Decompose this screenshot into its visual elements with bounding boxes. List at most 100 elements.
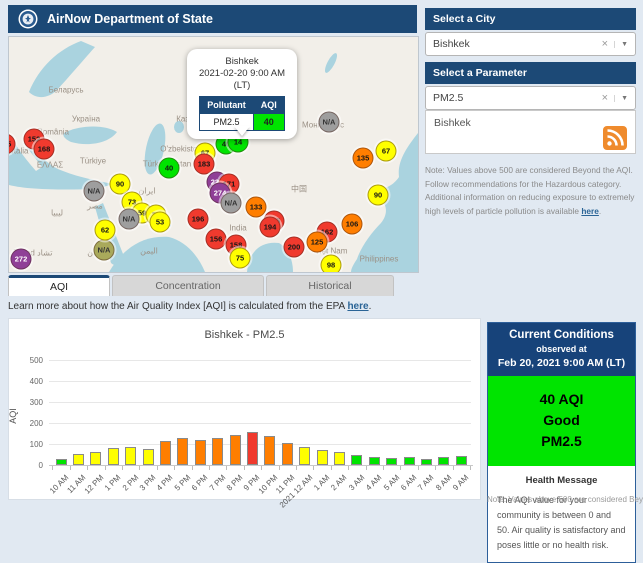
chart-bar[interactable] (264, 436, 275, 465)
aqi-map-marker[interactable]: 75 (230, 248, 251, 269)
city-select[interactable]: Bishkek × ▼ (425, 32, 636, 56)
chart-x-tickmark (157, 466, 158, 470)
chart-x-tickmark (192, 466, 193, 470)
city-select-label: Select a City (425, 8, 636, 30)
tab-historical[interactable]: Historical (266, 275, 394, 296)
chart-x-label: 6 AM (399, 473, 418, 492)
aqi-map-marker[interactable]: 98 (321, 255, 342, 274)
chart-x-label: 8 PM (225, 473, 245, 493)
chart-bar[interactable] (334, 452, 345, 465)
chart-x-label: 3 AM (347, 473, 366, 492)
chart-x-tickmark (366, 466, 367, 470)
parameter-select[interactable]: PM2.5 × ▼ (425, 86, 636, 110)
chart-y-tick: 100 (9, 440, 43, 449)
chart-bar[interactable] (143, 449, 154, 465)
current-conditions-header: Current Conditions observed at Feb 20, 2… (488, 323, 635, 376)
chart-bar[interactable] (160, 441, 171, 465)
tab-aqi[interactable]: AQI (8, 275, 110, 296)
chart-bar[interactable] (247, 432, 258, 465)
chart-bar[interactable] (386, 458, 397, 465)
aqi-map-marker[interactable]: 40 (159, 158, 180, 179)
aqi-map-marker[interactable]: 168 (34, 139, 55, 160)
chart-bar[interactable] (456, 456, 467, 465)
chart-bar[interactable] (438, 457, 449, 465)
city-select-widget: Select a City Bishkek × ▼ (425, 8, 636, 56)
chart-bar[interactable] (299, 447, 310, 465)
aqi-map-marker[interactable]: 194 (260, 217, 281, 238)
chart-bar[interactable] (177, 438, 188, 465)
chart-bar[interactable] (421, 459, 432, 465)
aqi-map-marker[interactable]: 183 (194, 154, 215, 175)
health-message-title: Health Message (497, 475, 626, 486)
aqi-map-marker[interactable]: 67 (376, 141, 397, 162)
chart-bar[interactable] (195, 440, 206, 465)
chart-bar[interactable] (73, 454, 84, 465)
city-clear-icon[interactable]: × (602, 38, 614, 50)
learn-more-link[interactable]: here (347, 301, 368, 312)
chart-bar[interactable] (317, 450, 328, 465)
chart-x-tickmark (261, 466, 262, 470)
aqi-map-marker[interactable]: N/A (221, 193, 242, 214)
aqi-map-marker[interactable]: 62 (95, 220, 116, 241)
chart-x-tickmark (418, 466, 419, 470)
chart-bar[interactable] (404, 457, 415, 465)
chart-bar[interactable] (212, 438, 223, 465)
aqi-map-marker[interactable]: 53 (150, 212, 171, 233)
learn-more-text: Learn more about how the Air Quality Ind… (8, 301, 347, 312)
aqi-map-marker[interactable]: 90 (368, 185, 389, 206)
chart-bar[interactable] (282, 443, 293, 465)
aqi-map-marker[interactable]: N/A (119, 209, 140, 230)
chart-bar[interactable] (90, 452, 101, 465)
chart-x-label: 2 AM (329, 473, 348, 492)
chart-bar[interactable] (351, 455, 362, 465)
dos-seal-icon (18, 9, 38, 29)
aqi-map-marker[interactable]: N/A (94, 240, 115, 261)
aqi-map-marker[interactable]: N/A (84, 181, 105, 202)
aqi-map-marker[interactable]: 133 (246, 197, 267, 218)
chart-bar[interactable] (108, 448, 119, 465)
chart-y-tick: 300 (9, 398, 43, 407)
tab-concentration[interactable]: Concentration (112, 275, 264, 296)
chart-x-label: 1 AM (312, 473, 331, 492)
sidebar-note-link[interactable]: here (581, 206, 599, 216)
observed-time: Feb 20, 2021 9:00 AM (LT) (492, 357, 631, 369)
parameter-caret-icon[interactable]: ▼ (614, 95, 628, 102)
aqi-map-marker[interactable]: 200 (284, 237, 305, 258)
parameter-select-value: PM2.5 (433, 92, 463, 104)
chart-x-label: 5 AM (382, 473, 401, 492)
city-select-value: Bishkek (433, 38, 470, 50)
sidebar-note-text: Note: Values above 500 are considered Be… (425, 165, 634, 216)
chart-x-tickmark (279, 466, 280, 470)
learn-more-suffix: . (369, 301, 372, 312)
aqi-map-marker[interactable]: 125 (307, 232, 328, 253)
chart-bar[interactable] (230, 435, 241, 465)
chart-x-tickmark (470, 466, 471, 470)
aqi-map-marker[interactable]: 196 (188, 209, 209, 230)
chart-x-tickmark (400, 466, 401, 470)
rss-icon[interactable] (603, 126, 627, 150)
chart-x-tickmark (331, 466, 332, 470)
chart-x-label: 9 AM (451, 473, 470, 492)
aqi-map-marker[interactable]: 156 (206, 229, 227, 250)
aqi-map-marker[interactable]: N/A (319, 112, 340, 133)
city-caret-icon[interactable]: ▼ (614, 41, 628, 48)
aqi-map-marker[interactable]: 106 (342, 214, 363, 235)
parameter-clear-icon[interactable]: × (602, 92, 614, 104)
chart-bar[interactable] (56, 459, 67, 465)
chart-bar[interactable] (369, 457, 380, 465)
health-message-block: Health Message The AQI value for your co… (488, 466, 635, 562)
chart-gridline (49, 381, 471, 382)
aqi-map-marker[interactable]: 272 (11, 249, 32, 270)
current-conditions-panel: Current Conditions observed at Feb 20, 2… (487, 322, 636, 563)
chart-x-label: 3 PM (138, 473, 158, 493)
map-country-label: ΕΛΛΑΣ (37, 161, 63, 170)
chart-x-tickmark (209, 466, 210, 470)
aqi-value: 40 AQI (488, 389, 635, 410)
chart-bar[interactable] (125, 447, 136, 465)
aqi-map[interactable]: БеларусьУкраїнаRomâniaItaliaΕΛΛΑΣTürkiye… (8, 36, 419, 273)
popup-aqi-value: 40 (253, 114, 284, 131)
aqi-map-marker[interactable]: 135 (353, 148, 374, 169)
chart-x-label: 7 AM (416, 473, 435, 492)
chart-x-tickmark (105, 466, 106, 470)
map-country-label: مصر (87, 202, 103, 211)
